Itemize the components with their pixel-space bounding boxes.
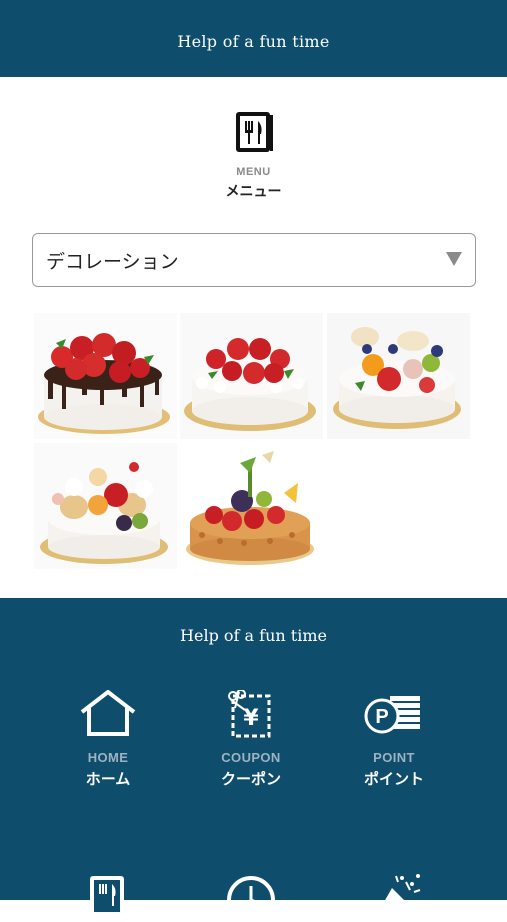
nav-home-label-en: HOME [87,750,129,765]
dropdown-arrow-icon [446,252,462,266]
footer-title: Help of a fun time [180,626,327,645]
nav-home[interactable]: HOME ホーム [48,690,168,789]
category-select-value: デコレーション [46,250,179,273]
point-icon: P [364,696,420,734]
fork-knife-icon [235,112,273,152]
product-tile[interactable] [180,313,323,439]
nav-menu[interactable] [48,874,168,922]
nav-point-label-en: POINT [373,750,415,765]
nav-coupon[interactable]: ¥ COUPON クーポン [191,690,311,789]
product-image [327,313,470,439]
app-header: Help of a fun time [0,0,507,77]
nav-party[interactable] [334,870,454,918]
nav-home-label-jp: ホーム [85,770,131,788]
coupon-icon: ¥ [228,690,271,738]
menu-label-en: MENU [236,166,271,178]
nav-coupon-label-jp: クーポン [220,770,281,788]
nav-coupon-label-en: COUPON [221,750,281,765]
header-title: Help of a fun time [177,32,330,51]
nav-hours[interactable] [191,874,311,922]
menu-label-jp: メニュー [225,184,282,200]
home-icon [80,690,136,736]
product-tile[interactable] [180,443,323,569]
nav-point[interactable]: P POINT ポイント [334,690,454,789]
svg-text:P: P [375,706,388,728]
product-tile[interactable] [327,313,470,439]
product-image [180,313,323,439]
product-image [34,443,177,569]
category-select[interactable]: デコレーション [32,233,476,287]
clock-icon [227,876,275,922]
footer-nav: Help of a fun time HOME ホーム ¥ COUPON クーポ… [0,598,507,922]
menu-icon [90,876,124,916]
product-image [180,443,323,569]
svg-text:¥: ¥ [243,706,259,731]
nav-point-label-jp: ポイント [363,770,424,788]
product-tile[interactable] [34,443,177,569]
party-popper-icon [376,874,421,916]
product-tile[interactable] [34,313,177,439]
product-image [34,313,177,439]
menu-heading: MENU メニュー [0,110,507,201]
